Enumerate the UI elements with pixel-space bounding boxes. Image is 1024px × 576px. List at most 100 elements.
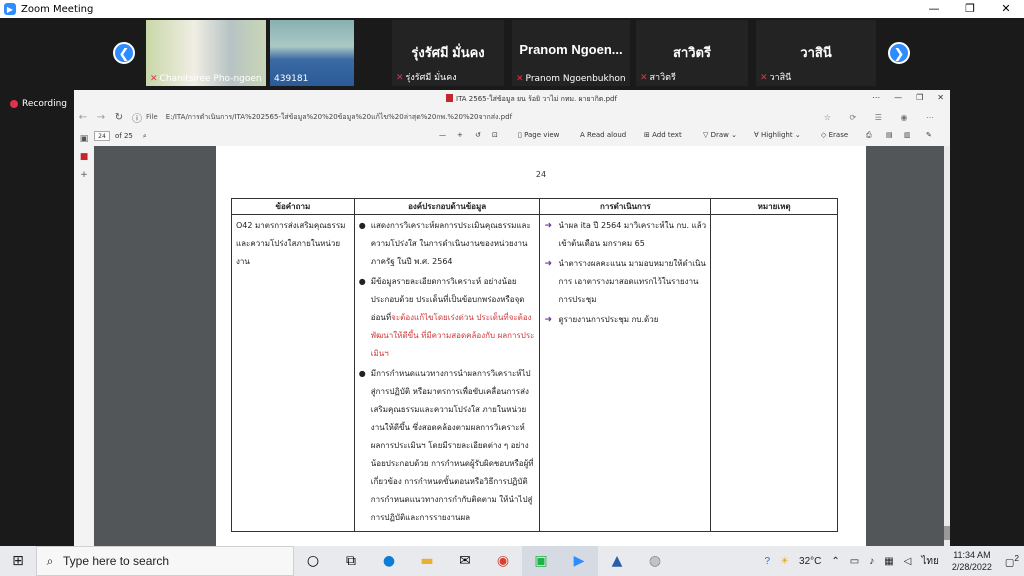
tabs-icon[interactable]: ▣: [74, 134, 94, 144]
mic-muted-icon: ✕: [396, 73, 404, 83]
rotate-icon[interactable]: ↺: [475, 131, 481, 139]
participant-display-name: Pranom Ngoen...: [519, 42, 623, 57]
table-header: การดำเนินการ: [539, 198, 712, 215]
volume-icon[interactable]: ◁: [904, 556, 912, 567]
browser-close-button[interactable]: ✕: [937, 93, 944, 102]
participant-tile[interactable]: สาวิตรี ✕ สาวิตรี: [636, 20, 748, 86]
scrollbar-thumb[interactable]: [944, 526, 950, 540]
mic-muted-icon: ✕: [760, 73, 768, 83]
info-icon[interactable]: ⓘ: [128, 110, 146, 125]
read-aloud-button[interactable]: A͏ Read aloud: [580, 131, 626, 139]
pdf-toolbar: 24 of 25 ⌕ — + ↺ ⊡ ▯ Page view A͏ Read a…: [94, 129, 946, 143]
network-icon[interactable]: ▦: [884, 556, 893, 567]
mail-icon[interactable]: ✉: [446, 546, 484, 576]
clock-date: 2/28/2022: [951, 562, 992, 572]
save-as-icon[interactable]: ▥: [904, 131, 911, 139]
weather-icon[interactable]: ☀: [780, 556, 789, 567]
erase-button[interactable]: ◇ Erase: [821, 131, 848, 139]
add-text-button[interactable]: ⊞ Add text: [644, 131, 682, 139]
forward-icon[interactable]: →: [92, 112, 110, 123]
read-aloud-label: Read aloud: [587, 131, 627, 139]
participant-name: Pranom Ngoenbukhon: [525, 74, 626, 84]
file-label: File: [146, 113, 158, 121]
mic-muted-icon: ✕: [516, 74, 524, 84]
microphone-icon[interactable]: ♪: [869, 556, 874, 567]
action-item: นำผล ita ปี 2564 มาวิเคราะห์ใน กบ. แล้ว …: [544, 217, 706, 253]
clock[interactable]: 11:34 AM 2/28/2022: [952, 549, 992, 573]
tray-expand-icon[interactable]: ⌃: [831, 556, 839, 567]
zoom-logo-icon: ▶: [4, 3, 16, 15]
table-header: องค์ประกอบด้านข้อมูล: [353, 198, 541, 215]
url-field[interactable]: E:/ITA/การดำเนินการ/ITA%202565-ใส่ข้อมูล…: [166, 112, 512, 123]
participant-name: รุ่งรัศมี มั่นคง: [405, 73, 457, 83]
zoom-app-icon[interactable]: ▶: [560, 546, 598, 576]
photos-icon[interactable]: ▲: [598, 546, 636, 576]
list-item: มีข้อมูลรายละเอียดการวิเคราะห์ อย่างน้อย…: [359, 273, 536, 363]
participant-tile[interactable]: 439181: [270, 20, 354, 86]
participant-tile[interactable]: Pranom Ngoen... ✕ Pranom Ngoenbukhon: [512, 20, 630, 86]
document-table: ข้อคำถาม องค์ประกอบด้านข้อมูล การดำเนินก…: [231, 198, 838, 532]
clock-time: 11:34 AM: [953, 550, 991, 560]
cortana-icon[interactable]: ○: [294, 546, 332, 576]
browser-sidebar: ▣ ■ +: [74, 126, 94, 546]
draw-button[interactable]: ▽ Draw ⌄: [703, 131, 737, 139]
pdf-sidebar-icon[interactable]: ■: [74, 152, 94, 162]
file-explorer-icon[interactable]: ▬: [408, 546, 446, 576]
page-view-button[interactable]: ▯ Page view: [518, 131, 559, 139]
zoom-in-icon[interactable]: +: [457, 131, 463, 139]
action-item: นำตารางผลคะแนน มามอบหมายให้ดำเนินการ เอา…: [544, 255, 706, 309]
print-icon[interactable]: ⎙: [866, 131, 872, 140]
close-button[interactable]: ✕: [988, 0, 1024, 18]
browser-toolbar-icons[interactable]: ☆ ⟳ ☰ ◉ ⋯: [824, 113, 942, 122]
participant-tile[interactable]: รุ่งรัศมี มั่นคง ✕ รุ่งรัศมี มั่นคง: [392, 20, 504, 86]
participants-strip: ❮ ✕ Chanitsiree Pho-ngoen 439181 รุ่งรัศม…: [0, 18, 1024, 88]
taskbar: ⊞ ⌕ Type here to search ○ ⧉ ● ▬ ✉ ◉ ▣ ▶ …: [0, 546, 1024, 576]
zoom-out-icon[interactable]: —: [439, 131, 446, 139]
system-tray: ? ☀ 32°C ⌃ ▭ ♪ ▦ ◁ ไทย 11:34 AM 2/28/202…: [760, 549, 1024, 573]
language-indicator[interactable]: ไทย: [921, 554, 938, 569]
browser-minimize-button[interactable]: —: [894, 93, 902, 102]
browser-maximize-button[interactable]: ❐: [916, 93, 923, 102]
list-item: แสดงการวิเคราะห์ผลการประเมินคุณธรรมและคว…: [359, 217, 536, 271]
line-app-icon[interactable]: ▣: [522, 546, 560, 576]
edge-icon[interactable]: ●: [370, 546, 408, 576]
save-icon[interactable]: ▤: [886, 131, 893, 139]
window-title: Zoom Meeting: [21, 3, 94, 15]
page-number-input[interactable]: 24: [94, 131, 110, 141]
search-icon[interactable]: ⌕: [143, 132, 147, 141]
browser-menu-icon[interactable]: ⋯: [872, 93, 880, 102]
actions-cell: นำผล ita ปี 2564 มาวิเคราะห์ใน กบ. แล้ว …: [539, 214, 712, 532]
pin-icon[interactable]: ✎: [926, 131, 932, 139]
participant-tile[interactable]: ✕ Chanitsiree Pho-ngoen: [146, 20, 266, 86]
participant-name: Chanitsiree Pho-ngoen: [159, 74, 262, 84]
browser-titlebar: ITA 2565-ใส่ข้อมูล ยน ร้อยิ วาไม่ กทม. ผ…: [74, 90, 950, 108]
highlight-button[interactable]: ∀ Highlight ⌄: [754, 131, 801, 139]
app-icon[interactable]: ◍: [636, 546, 674, 576]
prev-participants-button[interactable]: ❮: [113, 42, 135, 64]
table-row: O42 มาตรการส่งเสริมคุณธรรมและความโปร่งใส…: [231, 214, 838, 532]
mic-muted-icon: ✕: [640, 73, 648, 83]
camera-icon[interactable]: ▭: [850, 556, 859, 567]
weather-temp[interactable]: 32°C: [799, 556, 821, 567]
participant-name: วาสินี: [769, 73, 792, 83]
participant-tile[interactable]: วาสินี ✕ วาสินี: [756, 20, 876, 86]
recording-indicator[interactable]: Recording: [10, 99, 67, 109]
next-participants-button[interactable]: ❯: [888, 42, 910, 64]
add-icon[interactable]: +: [74, 170, 94, 180]
taskbar-search[interactable]: ⌕ Type here to search: [36, 546, 294, 576]
fit-page-icon[interactable]: ⊡: [492, 131, 498, 139]
chrome-icon[interactable]: ◉: [484, 546, 522, 576]
pdf-viewport[interactable]: 24 ข้อคำถาม องค์ประกอบด้านข้อมูล การดำเน…: [94, 146, 944, 546]
windows-start-icon[interactable]: ⊞: [0, 553, 36, 569]
refresh-icon[interactable]: ↻: [110, 112, 128, 123]
notification-icon[interactable]: ▢2: [1005, 553, 1019, 568]
pdf-scrollbar[interactable]: [944, 146, 950, 546]
help-icon[interactable]: ?: [765, 556, 771, 567]
record-dot-icon: [10, 100, 18, 108]
document-page-number: 24: [535, 170, 547, 179]
task-view-icon[interactable]: ⧉: [332, 546, 370, 576]
back-icon[interactable]: ←: [74, 112, 92, 123]
table-header: หมายเหตุ: [710, 198, 838, 215]
minimize-button[interactable]: —: [916, 0, 952, 18]
maximize-button[interactable]: ❐: [952, 0, 988, 18]
